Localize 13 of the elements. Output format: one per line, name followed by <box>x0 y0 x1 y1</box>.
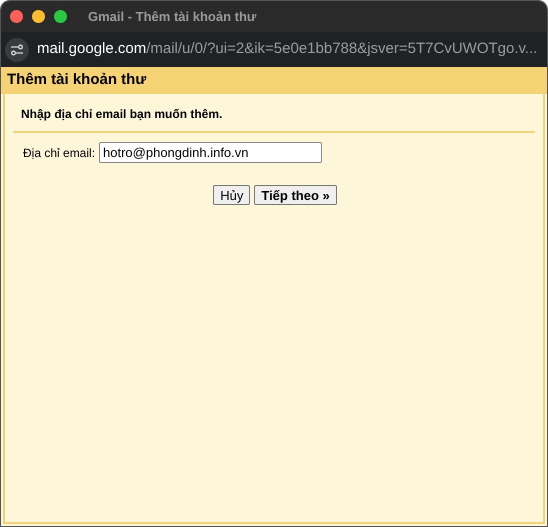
window-title: Gmail - Thêm tài khoản thư <box>88 8 256 26</box>
url-host: mail.google.com <box>37 39 146 60</box>
window-control-icon[interactable] <box>10 10 23 23</box>
cancel-button[interactable]: Hủy <box>213 185 250 205</box>
instruction-text: Nhập địa chỉ email bạn muốn thêm. <box>21 107 222 121</box>
next-button[interactable]: Tiếp theo » <box>254 185 337 205</box>
url-path: /mail/u/0/?ui=2&ik=5e0e1bb788&jsver=5T7CvUWOTgo.v... <box>146 39 538 60</box>
window-control-icon[interactable] <box>54 10 67 23</box>
site-settings-icon[interactable] <box>5 38 29 62</box>
email-label: Địa chỉ email: <box>23 144 96 162</box>
dialog-title: Thêm tài khoản thư <box>7 70 146 90</box>
email-field[interactable]: hotro@phongdinh.info.vn <box>99 142 322 163</box>
window-control-icon[interactable] <box>32 10 45 23</box>
